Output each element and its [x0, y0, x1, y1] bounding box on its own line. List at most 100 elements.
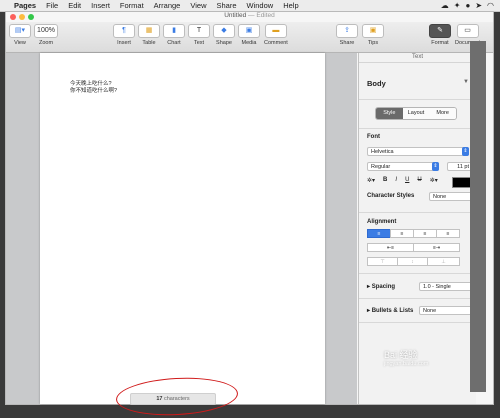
tab-layout[interactable]: Layout — [402, 108, 430, 119]
font-weight-stepper-icon[interactable]: ⇕ — [432, 162, 439, 171]
inspector-tabs: Style Layout More — [375, 107, 457, 120]
menu-app[interactable]: Pages — [14, 1, 36, 10]
minimize-icon[interactable] — [19, 14, 25, 20]
wifi-icon[interactable]: ◠ — [487, 1, 494, 10]
text-icon: T — [188, 24, 210, 38]
decrease-indent-icon[interactable]: ⇤≡ — [367, 243, 414, 252]
tips-button[interactable]: ▣ Tips — [362, 24, 384, 46]
media-button[interactable]: ▣ Media — [238, 24, 260, 46]
share-label: Share — [339, 40, 355, 46]
character-styles-select[interactable]: None — [429, 192, 474, 201]
location-icon[interactable]: ➤ — [475, 1, 482, 10]
chart-label: Chart — [167, 40, 181, 46]
cloud-icon[interactable]: ☁ — [441, 1, 449, 10]
menu-window[interactable]: Window — [247, 1, 274, 10]
format-button[interactable]: ✎ Format — [429, 24, 451, 46]
spacing-label-text: Spacing — [371, 284, 396, 290]
divider — [359, 322, 476, 323]
comment-button[interactable]: ▬ Comment — [264, 24, 288, 46]
valign-middle-icon[interactable]: ↕ — [397, 257, 428, 266]
document-icon: ▭ — [456, 24, 479, 38]
align-right-icon[interactable]: ≡ — [413, 229, 437, 238]
inspector-header: Text — [359, 53, 476, 63]
document-page[interactable]: 今天晚上吃什么? 你不知道吃什么啊? — [40, 53, 325, 404]
font-weight-select[interactable]: Regular — [367, 162, 439, 171]
strikethrough-icon[interactable]: U — [417, 177, 421, 184]
tips-icon: ▣ — [362, 24, 384, 38]
share-icon: ⇪ — [336, 24, 358, 38]
menu-share[interactable]: Share — [216, 1, 236, 10]
bold-icon[interactable]: B — [383, 177, 387, 184]
close-icon[interactable] — [10, 14, 16, 20]
document-canvas: 今天晚上吃什么? 你不知道吃什么啊? 17 characters — [6, 53, 357, 418]
align-left-icon[interactable]: ≡ — [367, 229, 391, 238]
tab-style[interactable]: Style — [376, 108, 403, 119]
valign-top-icon[interactable]: ⊤ — [367, 257, 398, 266]
desktop-edge — [470, 41, 486, 392]
view-button[interactable]: ▤▾ View — [9, 24, 31, 46]
edited-status: — Edited — [248, 12, 275, 19]
character-styles-label: Character Styles — [367, 193, 415, 199]
format-label: Format — [431, 40, 449, 46]
font-family-stepper-icon[interactable]: ⇕ — [462, 147, 469, 156]
document-line: 你不知道吃什么啊? — [70, 88, 118, 94]
increase-indent-icon[interactable]: ≡⇥ — [413, 243, 460, 252]
bullets-lists-label-text: Bullets & Lists — [371, 308, 414, 314]
media-label: Media — [241, 40, 257, 46]
menu-edit[interactable]: Edit — [68, 1, 81, 10]
divider — [359, 212, 476, 213]
text-options-gear-icon[interactable]: ✲▾ — [430, 177, 438, 184]
view-label: View — [14, 40, 26, 46]
menu-file[interactable]: File — [46, 1, 58, 10]
text-label: Text — [193, 40, 205, 46]
insert-button[interactable]: ¶ Insert — [113, 24, 135, 46]
paragraph-style-name[interactable]: Body — [367, 79, 386, 88]
menu-help[interactable]: Help — [283, 1, 298, 10]
share-button[interactable]: ⇪ Share — [336, 24, 358, 46]
menu-insert[interactable]: Insert — [91, 1, 110, 10]
watermark-sub: jingyan.baidu.com — [384, 361, 429, 367]
table-icon: ▦ — [138, 24, 160, 38]
spacing-select[interactable]: 1.0 - Single — [419, 282, 473, 291]
table-button[interactable]: ▦ Table — [138, 24, 160, 46]
gear-icon[interactable]: ✲▾ — [367, 177, 375, 184]
wechat-icon[interactable]: ● — [465, 1, 470, 10]
valign-bottom-icon[interactable]: ⊥ — [427, 257, 460, 266]
font-style-buttons: ✲▾ B I U U ✲▾ — [367, 177, 438, 184]
spacing-label[interactable]: ▸ Spacing — [367, 283, 395, 290]
chart-button[interactable]: ▮ Chart — [163, 24, 185, 46]
shape-icon: ◆ — [213, 24, 235, 38]
tab-more[interactable]: More — [429, 108, 456, 119]
zoom-value: 100% — [34, 24, 58, 38]
align-justify-icon[interactable]: ≡ — [436, 229, 460, 238]
comment-label: Comment — [264, 40, 288, 46]
menu-view[interactable]: View — [190, 1, 206, 10]
shape-label: Shape — [216, 40, 232, 46]
align-center-icon[interactable]: ≡ — [390, 229, 414, 238]
menu-arrange[interactable]: Arrange — [154, 1, 181, 10]
font-section-label: Font — [367, 134, 380, 140]
italic-icon[interactable]: I — [395, 177, 397, 184]
underline-icon[interactable]: U — [405, 177, 409, 184]
zoom-button[interactable]: 100% Zoom — [34, 24, 58, 46]
style-dropdown-icon[interactable]: ▼ — [463, 79, 469, 85]
media-icon: ▣ — [238, 24, 260, 38]
comment-icon: ▬ — [264, 24, 287, 38]
menu-format[interactable]: Format — [120, 1, 144, 10]
text-button[interactable]: T Text — [188, 24, 210, 46]
font-family-select[interactable]: Helvetica — [367, 147, 469, 156]
shape-button[interactable]: ◆ Shape — [213, 24, 235, 46]
bullets-lists-label[interactable]: ▸ Bullets & Lists — [367, 307, 413, 314]
chart-icon: ▮ — [163, 24, 185, 38]
zoom-window-icon[interactable] — [28, 14, 34, 20]
zoom-label: Zoom — [38, 40, 54, 46]
format-icon: ✎ — [429, 24, 451, 38]
divider — [359, 128, 476, 129]
insert-icon: ¶ — [113, 24, 135, 38]
table-label: Table — [142, 40, 156, 46]
document-body[interactable]: 今天晚上吃什么? 你不知道吃什么啊? — [70, 81, 117, 95]
bullets-lists-select[interactable]: None — [419, 306, 473, 315]
divider — [359, 99, 476, 100]
bird-icon[interactable]: ✦ — [454, 1, 461, 10]
document-title: Untitled — [224, 12, 247, 19]
